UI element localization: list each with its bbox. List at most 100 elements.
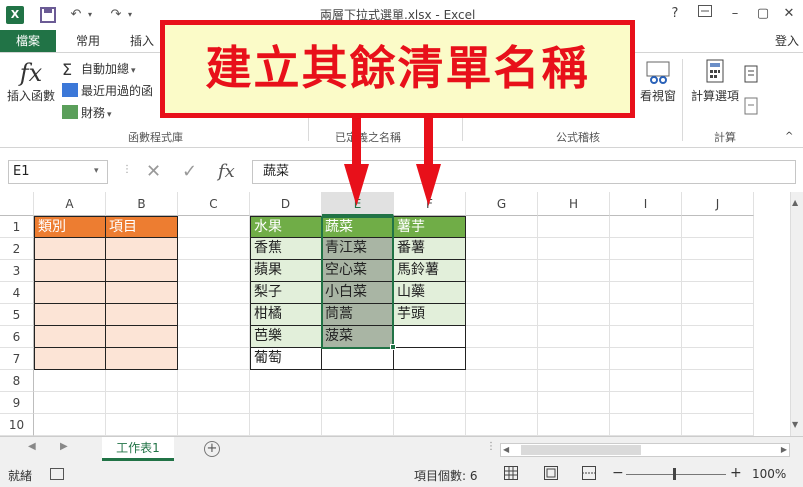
- cell-b9[interactable]: [106, 392, 178, 414]
- column-header-e[interactable]: E: [322, 192, 394, 216]
- tab-insert[interactable]: 插入: [120, 30, 164, 52]
- column-header-a[interactable]: A: [34, 192, 106, 216]
- worksheet-grid[interactable]: A B C D E F G H I J 1 類別 項目 水果 蔬菜 薯芋 2 香蕉 青江菜 番薯 3 蘋果 空心菜 馬鈴薯 4 梨…: [0, 192, 790, 436]
- add-sheet-icon[interactable]: +: [204, 441, 220, 457]
- cell-j4[interactable]: [682, 282, 754, 304]
- cell-j5[interactable]: [682, 304, 754, 326]
- cell-i1[interactable]: [610, 216, 682, 238]
- column-header-d[interactable]: D: [250, 192, 322, 216]
- cell-c3[interactable]: [178, 260, 250, 282]
- row-header-3[interactable]: 3: [0, 260, 34, 282]
- cell-d9[interactable]: [250, 392, 322, 414]
- cell-h1[interactable]: [538, 216, 610, 238]
- cell-a7[interactable]: [34, 348, 106, 370]
- minimize-icon[interactable]: –: [724, 4, 746, 24]
- calculation-options-button[interactable]: 計算選項: [688, 59, 742, 104]
- cell-j2[interactable]: [682, 238, 754, 260]
- cell-f9[interactable]: [394, 392, 466, 414]
- sheet-tab[interactable]: 工作表1: [102, 437, 174, 461]
- name-box-dropdown-icon[interactable]: ▾: [94, 166, 99, 176]
- cell-d4[interactable]: 梨子: [250, 282, 322, 304]
- zoom-slider[interactable]: [626, 474, 726, 475]
- cell-a1[interactable]: 類別: [34, 216, 106, 238]
- enter-icon[interactable]: ✓: [182, 161, 197, 182]
- cell-b6[interactable]: [106, 326, 178, 348]
- cell-h6[interactable]: [538, 326, 610, 348]
- row-header-8[interactable]: 8: [0, 370, 34, 392]
- cell-a4[interactable]: [34, 282, 106, 304]
- cell-i4[interactable]: [610, 282, 682, 304]
- tab-file[interactable]: 檔案: [0, 30, 56, 52]
- cell-i7[interactable]: [610, 348, 682, 370]
- calculate-sheet-icon[interactable]: [744, 97, 762, 115]
- help-icon[interactable]: ?: [664, 4, 686, 24]
- cell-d2[interactable]: 香蕉: [250, 238, 322, 260]
- cell-a8[interactable]: [34, 370, 106, 392]
- cell-h4[interactable]: [538, 282, 610, 304]
- cell-a6[interactable]: [34, 326, 106, 348]
- macro-record-icon[interactable]: [50, 468, 64, 480]
- watch-window-button[interactable]: 看視窗: [638, 59, 678, 104]
- cell-j9[interactable]: [682, 392, 754, 414]
- scroll-thumb[interactable]: [521, 445, 641, 455]
- cell-c8[interactable]: [178, 370, 250, 392]
- cell-f4[interactable]: 山藥: [394, 282, 466, 304]
- financial-button[interactable]: 財務 ▾: [62, 103, 112, 123]
- zoom-slider-thumb[interactable]: [673, 468, 676, 480]
- normal-view-icon[interactable]: [504, 466, 518, 483]
- cell-j6[interactable]: [682, 326, 754, 348]
- cell-i9[interactable]: [610, 392, 682, 414]
- cell-e7[interactable]: [322, 348, 394, 370]
- vertical-scrollbar[interactable]: ▲ ▼: [790, 192, 803, 436]
- cell-e8[interactable]: [322, 370, 394, 392]
- cell-g9[interactable]: [466, 392, 538, 414]
- cell-c6[interactable]: [178, 326, 250, 348]
- cell-j1[interactable]: [682, 216, 754, 238]
- cell-f10[interactable]: [394, 414, 466, 436]
- redo-dropdown-icon[interactable]: ▾: [122, 7, 138, 23]
- cell-g10[interactable]: [466, 414, 538, 436]
- zoom-in-icon[interactable]: +: [730, 465, 742, 481]
- cell-i3[interactable]: [610, 260, 682, 282]
- ribbon-display-icon[interactable]: [694, 4, 716, 24]
- cell-d7[interactable]: 葡萄: [250, 348, 322, 370]
- cell-a5[interactable]: [34, 304, 106, 326]
- cell-a3[interactable]: [34, 260, 106, 282]
- cell-b3[interactable]: [106, 260, 178, 282]
- cell-b1[interactable]: 項目: [106, 216, 178, 238]
- zoom-level[interactable]: 100%: [752, 467, 786, 481]
- cell-f8[interactable]: [394, 370, 466, 392]
- cell-b7[interactable]: [106, 348, 178, 370]
- cell-h10[interactable]: [538, 414, 610, 436]
- row-header-4[interactable]: 4: [0, 282, 34, 304]
- page-layout-icon[interactable]: [544, 466, 558, 483]
- cell-b5[interactable]: [106, 304, 178, 326]
- horizontal-scrollbar[interactable]: ◀ ▶: [500, 443, 790, 457]
- cell-a10[interactable]: [34, 414, 106, 436]
- cell-g5[interactable]: [466, 304, 538, 326]
- cell-c9[interactable]: [178, 392, 250, 414]
- cell-j3[interactable]: [682, 260, 754, 282]
- cell-i6[interactable]: [610, 326, 682, 348]
- cell-a2[interactable]: [34, 238, 106, 260]
- calculate-now-icon[interactable]: [744, 65, 762, 83]
- scroll-right-icon[interactable]: ▶: [60, 441, 68, 452]
- cell-b2[interactable]: [106, 238, 178, 260]
- row-header-6[interactable]: 6: [0, 326, 34, 348]
- row-header-5[interactable]: 5: [0, 304, 34, 326]
- cell-i10[interactable]: [610, 414, 682, 436]
- cell-e10[interactable]: [322, 414, 394, 436]
- cell-h9[interactable]: [538, 392, 610, 414]
- cell-g3[interactable]: [466, 260, 538, 282]
- page-break-icon[interactable]: [582, 466, 596, 483]
- column-header-g[interactable]: G: [466, 192, 538, 216]
- column-header-i[interactable]: I: [610, 192, 682, 216]
- cell-g4[interactable]: [466, 282, 538, 304]
- row-header-1[interactable]: 1: [0, 216, 34, 238]
- cell-f2[interactable]: 番薯: [394, 238, 466, 260]
- autosum-button[interactable]: Σ 自動加總 ▾: [62, 59, 136, 79]
- cell-c7[interactable]: [178, 348, 250, 370]
- cell-i5[interactable]: [610, 304, 682, 326]
- column-header-f[interactable]: F: [394, 192, 466, 216]
- cell-d3[interactable]: 蘋果: [250, 260, 322, 282]
